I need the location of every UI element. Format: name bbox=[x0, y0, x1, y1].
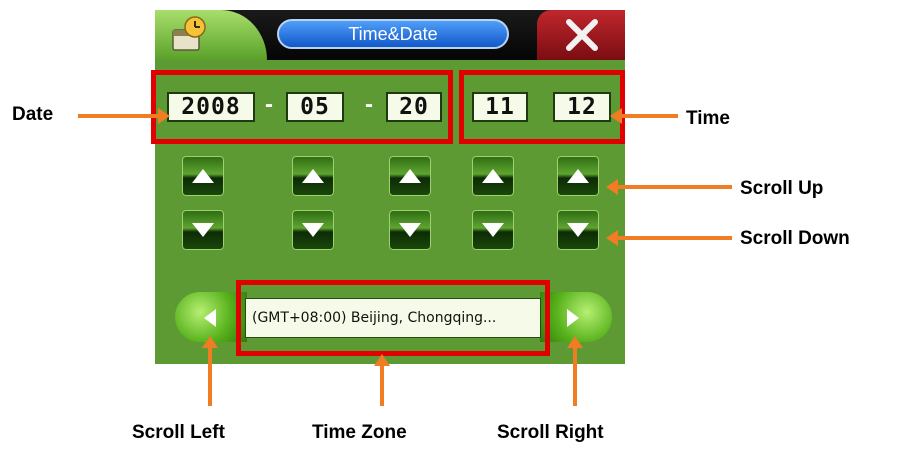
scroll-left-callout-label: Scroll Left bbox=[132, 422, 225, 443]
triangle-up-icon bbox=[482, 169, 504, 183]
triangle-up-icon bbox=[567, 169, 589, 183]
scroll-right-callout-label: Scroll Right bbox=[497, 422, 604, 443]
scroll-left-callout-line bbox=[208, 344, 212, 406]
triangle-down-icon bbox=[302, 223, 324, 237]
close-icon bbox=[566, 19, 598, 51]
date-highlight-box bbox=[151, 70, 453, 144]
triangle-up-icon bbox=[192, 169, 214, 183]
time-callout-label: Time bbox=[686, 108, 731, 129]
triangle-up-icon bbox=[399, 169, 421, 183]
triangle-up-icon bbox=[302, 169, 324, 183]
day-up-button[interactable] bbox=[389, 156, 431, 196]
year-down-button[interactable] bbox=[182, 210, 224, 250]
month-down-button[interactable] bbox=[292, 210, 334, 250]
month-up-button[interactable] bbox=[292, 156, 334, 196]
date-callout-line bbox=[78, 114, 166, 118]
date-callout-label: Date bbox=[12, 104, 54, 125]
time-callout-line bbox=[614, 114, 678, 118]
window-title: Time&Date bbox=[277, 19, 509, 49]
day-down-button[interactable] bbox=[389, 210, 431, 250]
triangle-down-icon bbox=[399, 223, 421, 237]
triangle-down-icon bbox=[482, 223, 504, 237]
title-bar: Time&Date bbox=[155, 10, 625, 60]
triangle-left-icon bbox=[204, 309, 216, 327]
triangle-down-icon bbox=[567, 223, 589, 237]
timezone-callout-line bbox=[380, 360, 384, 406]
app-icon-tab[interactable] bbox=[155, 10, 267, 60]
scroll-up-callout-line bbox=[612, 185, 732, 189]
scroll-down-callout-line bbox=[612, 236, 732, 240]
close-button[interactable] bbox=[537, 10, 625, 60]
scroll-right-callout-line bbox=[573, 344, 577, 406]
timezone-callout-label: Time Zone bbox=[312, 422, 407, 443]
triangle-down-icon bbox=[192, 223, 214, 237]
year-up-button[interactable] bbox=[182, 156, 224, 196]
timezone-highlight-box bbox=[236, 280, 550, 356]
hour-down-button[interactable] bbox=[472, 210, 514, 250]
scroll-down-callout-label: Scroll Down bbox=[740, 228, 850, 249]
scroll-up-callout-label: Scroll Up bbox=[740, 178, 824, 199]
minute-up-button[interactable] bbox=[557, 156, 599, 196]
time-highlight-box bbox=[459, 70, 625, 144]
calendar-clock-icon bbox=[172, 16, 206, 51]
minute-down-button[interactable] bbox=[557, 210, 599, 250]
triangle-right-icon bbox=[567, 309, 579, 327]
hour-up-button[interactable] bbox=[472, 156, 514, 196]
timezone-next-button[interactable] bbox=[540, 292, 612, 342]
